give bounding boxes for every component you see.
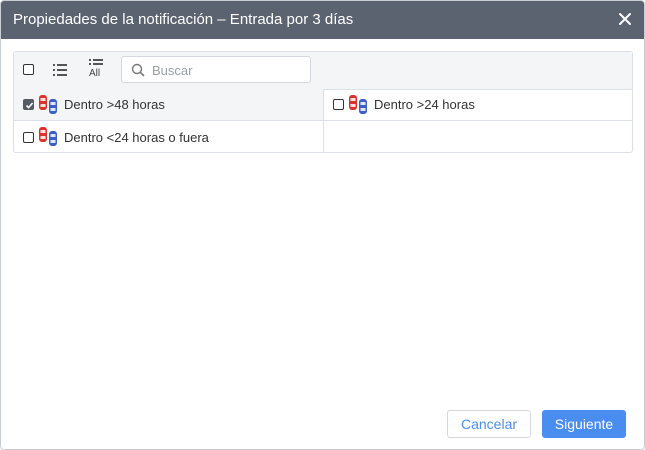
notification-properties-dialog: Propiedades de la notificación – Entrada… <box>0 0 645 450</box>
units-car-icon <box>39 94 57 114</box>
dialog-titlebar: Propiedades de la notificación – Entrada… <box>1 1 644 39</box>
close-icon[interactable] <box>616 10 634 28</box>
units-list-panel: All Buscar Dentro >48 horas Dentro >24 h… <box>13 51 633 153</box>
dialog-title: Propiedades de la notificación – Entrada… <box>13 11 354 28</box>
list-icon[interactable] <box>51 61 69 79</box>
show-all-icon[interactable]: All <box>86 59 106 83</box>
item-label: Dentro >24 horas <box>374 97 475 112</box>
units-car-icon <box>349 94 367 114</box>
item-checkbox[interactable] <box>23 99 34 110</box>
item-label: Dentro >48 horas <box>64 97 165 112</box>
item-checkbox[interactable] <box>333 99 344 110</box>
list-item[interactable]: Dentro <24 horas o fuera <box>14 121 324 153</box>
search-icon <box>131 63 145 77</box>
list-item[interactable]: Dentro >24 horas <box>324 89 632 121</box>
item-label: Dentro <24 horas o fuera <box>64 129 209 145</box>
items-grid: Dentro >48 horas Dentro >24 horas Dentro… <box>14 89 632 153</box>
cancel-button[interactable]: Cancelar <box>447 410 531 438</box>
units-car-icon <box>39 127 57 146</box>
empty-cell <box>324 121 632 153</box>
item-checkbox[interactable] <box>23 131 34 143</box>
next-button[interactable]: Siguiente <box>542 410 626 438</box>
list-item[interactable]: Dentro >48 horas <box>14 89 324 121</box>
select-all-checkbox[interactable] <box>23 64 34 75</box>
list-toolbar: All <box>14 52 632 90</box>
search-input[interactable] <box>150 60 309 81</box>
show-all-label: All <box>89 68 101 79</box>
search-field[interactable] <box>121 56 311 83</box>
